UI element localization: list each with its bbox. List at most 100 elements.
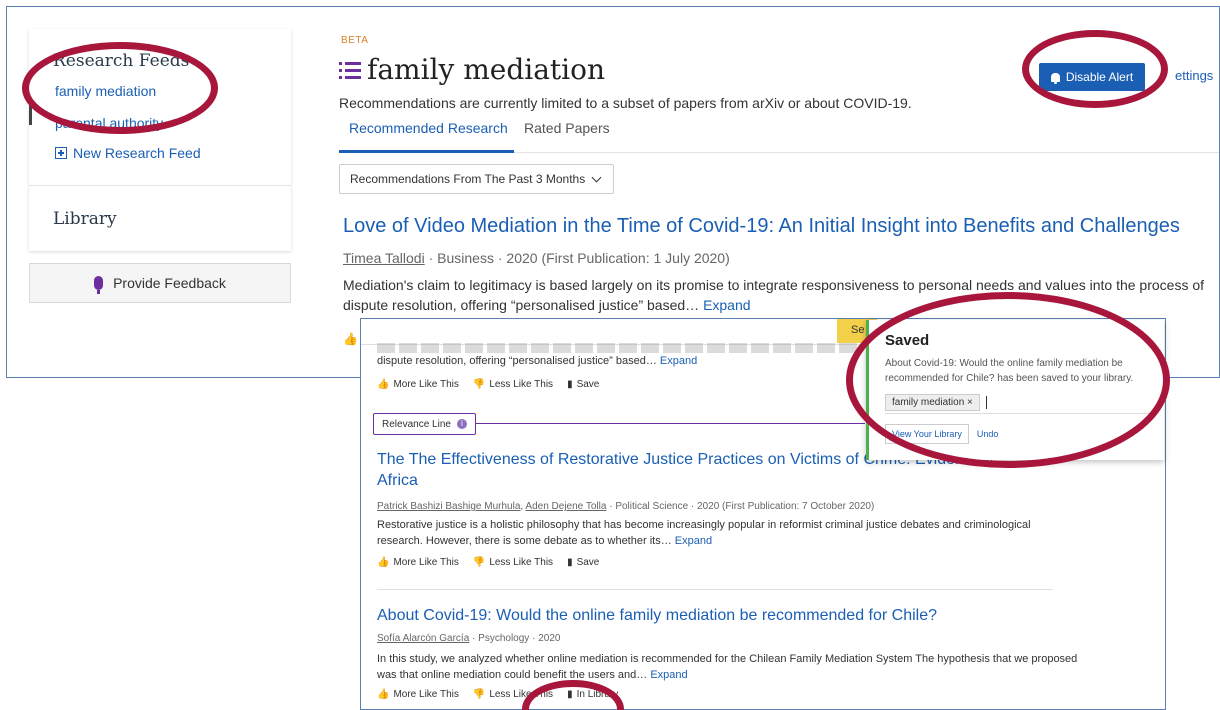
saved-title: Saved xyxy=(885,332,930,349)
paper-actions: 👍 More Like This 👎 Less Like This ▮ In Libr… xyxy=(377,689,618,700)
paper-abstract: In this study, we analyzed whether onlin… xyxy=(377,651,1077,683)
tag-label: family mediation xyxy=(892,397,965,408)
bookmark-filled-icon: ▮ xyxy=(567,689,573,700)
expand-link[interactable]: Expand xyxy=(660,355,697,367)
less-like-this-button[interactable]: 👎 Less Like This xyxy=(473,689,553,700)
abstract-line: Restorative justice is a holistic philos… xyxy=(377,519,1031,531)
tab-rated-papers[interactable]: Rated Papers xyxy=(524,120,610,136)
paper-field-year: Political Science · 2020 (First Publicat… xyxy=(615,501,875,512)
thumbs-down-icon: 👎 xyxy=(472,557,486,568)
settings-link[interactable]: ettings xyxy=(1175,68,1213,83)
tab-recommended-research[interactable]: Recommended Research xyxy=(349,120,508,136)
remove-tag-icon[interactable]: × xyxy=(967,397,973,408)
microphone-icon xyxy=(94,276,104,294)
sidebar-divider xyxy=(29,185,291,186)
paper-divider xyxy=(377,589,1053,590)
saved-message: About Covid-19: Would the online family … xyxy=(885,358,1134,384)
save-button[interactable]: ▮ Save xyxy=(567,557,599,568)
paper-title[interactable]: About Covid-19: Would the online family … xyxy=(377,605,937,626)
info-icon[interactable]: i xyxy=(456,419,467,429)
more-like-label: More Like This xyxy=(393,689,459,700)
less-like-label: Less Like This xyxy=(489,557,554,568)
time-filter-dropdown[interactable]: Recommendations From The Past 3 Months xyxy=(339,164,614,194)
plus-square-icon xyxy=(55,147,67,159)
feedback-label: Provide Feedback xyxy=(113,275,226,291)
thumbs-down-icon: 👎 xyxy=(472,379,486,390)
beta-badge: BETA xyxy=(341,35,369,46)
in-library-button[interactable]: ▮ In Library xyxy=(567,689,618,700)
cropped-text-line xyxy=(377,343,857,353)
feed-title-text: family mediation xyxy=(367,53,606,86)
paper-title-line2[interactable]: Africa xyxy=(377,470,418,491)
saved-actions: View Your Library Undo xyxy=(885,424,998,444)
saved-notification-panel: Saved About Covid-19: Would the online f… xyxy=(866,320,1164,460)
paper-author[interactable]: Timea Tallodi xyxy=(343,250,425,266)
paper-actions: 👍 More Like This 👎 Less Like This ▮ Save xyxy=(377,557,599,568)
more-like-this-button[interactable]: 👍 More Like This xyxy=(377,557,459,568)
paper-author[interactable]: Sofía Alarcón García xyxy=(377,633,469,644)
view-library-button[interactable]: View Your Library xyxy=(885,424,969,444)
save-label: Save xyxy=(576,557,600,568)
relevance-label: Relevance Line xyxy=(382,418,451,430)
expand-link[interactable]: Expand xyxy=(675,535,712,547)
paper-abstract: Mediation's claim to legitimacy is based… xyxy=(343,275,1213,315)
paper-meta: Patrick Bashizi Bashige Murhula, Aden De… xyxy=(377,501,875,512)
prev-abstract-tail: dispute resolution, offering “personalis… xyxy=(377,353,697,369)
bell-icon xyxy=(1050,72,1060,84)
paper-field: Business xyxy=(437,250,494,266)
thumbs-up-icon: 👍 xyxy=(377,689,390,700)
bookmark-icon: ▮ xyxy=(567,379,573,390)
save-button[interactable]: ▮ Save xyxy=(567,379,599,390)
provide-feedback-button[interactable]: Provide Feedback xyxy=(29,263,291,303)
search-bar[interactable] xyxy=(361,319,861,345)
disable-alert-button[interactable]: Disable Alert xyxy=(1039,63,1145,91)
paper-author[interactable]: Patrick Bashizi Bashige Murhula xyxy=(377,501,520,512)
save-label: Save xyxy=(576,379,600,390)
disable-alert-label: Disable Alert xyxy=(1065,70,1134,84)
expand-link[interactable]: Expand xyxy=(703,297,750,313)
paper-year: 2020 (First Publication: 1 July 2020) xyxy=(506,250,730,266)
text-caret xyxy=(985,396,987,409)
undo-link[interactable]: Undo xyxy=(977,429,999,439)
relevance-line xyxy=(465,423,865,424)
tag-input[interactable]: family mediation × xyxy=(885,392,1155,414)
less-like-this-button[interactable]: 👎 Less Like This xyxy=(473,379,553,390)
less-like-label: Less Like This xyxy=(489,379,554,390)
less-like-this-button[interactable]: 👎 Less Like This xyxy=(473,557,553,568)
sidebar-feed-parental-authority[interactable]: parental authority xyxy=(55,115,163,131)
sidebar-feed-family-mediation[interactable]: family mediation xyxy=(55,83,156,99)
chevron-down-icon xyxy=(591,172,602,182)
in-library-label: In Library xyxy=(576,689,619,700)
list-icon xyxy=(339,61,361,79)
abstract-line: In this study, we analyzed whether onlin… xyxy=(377,653,1078,665)
more-like-label: More Like This xyxy=(393,379,459,390)
relevance-line-badge[interactable]: Relevance Line i xyxy=(373,413,476,435)
new-research-feed-link[interactable]: New Research Feed xyxy=(55,145,201,161)
more-like-label: More Like This xyxy=(393,557,459,568)
paper-meta: Sofía Alarcón García · Psychology · 2020 xyxy=(377,633,561,644)
less-like-label: Less Like This xyxy=(489,689,554,700)
filter-label: Recommendations From The Past 3 Months xyxy=(350,172,586,186)
tag-chip[interactable]: family mediation × xyxy=(885,394,980,411)
abstract-line: was that online mediation could benefit … xyxy=(377,669,648,681)
new-feed-label: New Research Feed xyxy=(73,145,201,161)
more-like-this-button[interactable]: 👍 More Like This xyxy=(377,689,459,700)
thumbs-up-icon: 👍 xyxy=(377,557,390,568)
paper-meta: Timea Tallodi · Business · 2020 (First P… xyxy=(343,250,730,266)
more-like-this-button[interactable]: 👍 More Like This xyxy=(377,379,459,390)
research-feeds-heading: Research Feeds xyxy=(53,51,190,71)
page-title: family mediation xyxy=(339,53,605,86)
paper-field-year: Psychology · 2020 xyxy=(478,633,561,644)
paper-title[interactable]: Love of Video Mediation in the Time of C… xyxy=(343,215,1180,238)
sidebar-card: Research Feeds family mediation parental… xyxy=(29,29,291,251)
paper-author[interactable]: Aden Dejene Tolla xyxy=(525,501,606,512)
paper-abstract: Restorative justice is a holistic philos… xyxy=(377,517,1031,549)
active-tab-underline xyxy=(339,150,514,153)
thumbs-up-icon: 👍 xyxy=(377,379,390,390)
active-feed-indicator xyxy=(29,101,32,125)
abstract-line: research. However, there is some debate … xyxy=(377,535,672,547)
expand-link[interactable]: Expand xyxy=(650,669,687,681)
thumbs-up-icon[interactable]: 👍 xyxy=(343,332,358,346)
library-link[interactable]: Library xyxy=(53,209,117,229)
paper-actions: 👍 More Like This 👎 Less Like This ▮ Save xyxy=(377,379,599,390)
